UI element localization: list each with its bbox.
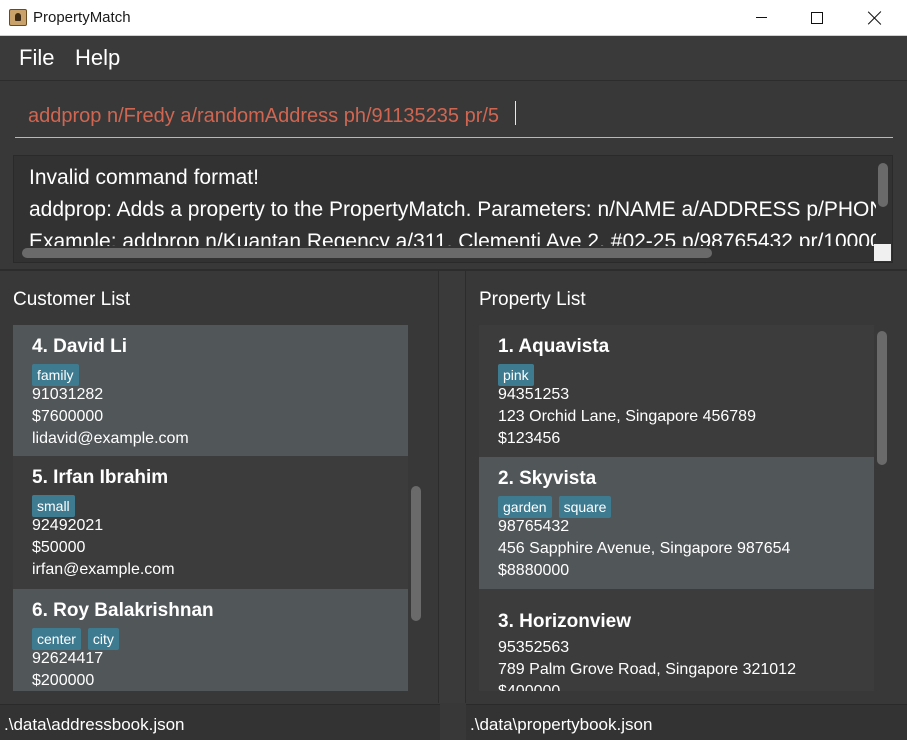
tag-list: pink [498, 364, 534, 386]
customer-card[interactable]: 6. Roy Balakrishnan center city 92624417… [13, 589, 408, 691]
result-horizontal-scroll-thumb[interactable] [22, 248, 712, 258]
tag: square [558, 496, 612, 518]
customer-name: 6. Roy Balakrishnan [32, 600, 214, 621]
tag: family [32, 364, 79, 386]
title-bar: PropertyMatch [0, 0, 907, 36]
property-list: 1. Aquavista pink 94351253 123 Orchid La… [479, 325, 874, 691]
app-window: PropertyMatch File Help Invalid command … [0, 0, 907, 740]
property-price: $400000 [498, 683, 560, 691]
property-name: 3. Horizonview [498, 611, 632, 632]
tag-list: family [32, 364, 79, 386]
close-icon [868, 11, 882, 25]
close-button[interactable] [852, 0, 898, 35]
result-vertical-scroll-thumb[interactable] [878, 163, 888, 207]
menu-bar: File Help [0, 36, 907, 81]
customer-budget: $7600000 [32, 408, 104, 425]
menu-file[interactable]: File [19, 45, 54, 71]
split-pane-divider[interactable] [438, 271, 466, 703]
customer-email: irfan@example.com [32, 561, 175, 578]
app-logo-icon [9, 9, 27, 26]
customer-budget: $200000 [32, 672, 95, 689]
property-card[interactable]: 1. Aquavista pink 94351253 123 Orchid La… [479, 325, 874, 457]
property-phone: 95352563 [498, 639, 570, 656]
address-book-path: .\data\addressbook.json [4, 715, 185, 734]
scroll-corner [874, 244, 891, 261]
customer-email: lidavid@example.com [32, 430, 189, 447]
tag: center [32, 628, 81, 650]
window-title: PropertyMatch [33, 9, 131, 26]
tag: pink [498, 364, 534, 386]
customer-phone: 91031282 [32, 386, 104, 403]
result-line: addprop: Adds a property to the Property… [29, 198, 893, 221]
tag: city [87, 628, 119, 650]
maximize-button[interactable] [794, 0, 840, 35]
customer-budget: $50000 [32, 539, 86, 556]
customer-list: 4. David Li family 91031282 $7600000 lid… [13, 325, 408, 691]
customer-phone: 92624417 [32, 650, 104, 667]
property-name: 1. Aquavista [498, 336, 610, 357]
customer-list-panel: Customer List 4. David Li family 9103128… [0, 271, 438, 703]
minimize-button[interactable] [738, 0, 784, 35]
status-bar-right: .\data\propertybook.json [466, 704, 907, 740]
property-address: 789 Palm Grove Road, Singapore 321012 [498, 661, 796, 678]
property-phone: 98765432 [498, 518, 570, 535]
property-card[interactable]: 3. Horizonview 95352563 789 Palm Grove R… [479, 589, 874, 691]
text-caret [515, 101, 516, 125]
command-input[interactable] [15, 96, 893, 138]
menu-help[interactable]: Help [75, 45, 120, 71]
result-horizontal-scrollbar[interactable] [14, 246, 878, 262]
property-price: $8880000 [498, 562, 570, 579]
customer-list-scrollbar[interactable] [408, 325, 424, 691]
minimize-icon [755, 17, 767, 18]
property-phone: 94351253 [498, 386, 570, 403]
status-gap [440, 704, 466, 740]
tag-list: small [32, 495, 75, 517]
property-name: 2. Skyvista [498, 468, 597, 489]
command-box [0, 82, 907, 148]
result-display: Invalid command format! addprop: Adds a … [13, 155, 893, 263]
property-book-path: .\data\propertybook.json [470, 715, 653, 734]
property-list-scroll-thumb[interactable] [877, 331, 887, 465]
tag: small [32, 495, 75, 517]
tag-list: garden square [498, 496, 612, 518]
customer-card[interactable]: 5. Irfan Ibrahim small 92492021 $50000 i… [13, 456, 408, 589]
property-list-scrollbar[interactable] [874, 325, 890, 691]
status-bar-left: .\data\addressbook.json [0, 704, 440, 740]
customer-list-scroll-thumb[interactable] [411, 486, 421, 621]
tag-list: center city [32, 628, 119, 650]
property-address: 123 Orchid Lane, Singapore 456789 [498, 408, 756, 425]
customer-list-title: Customer List [13, 289, 131, 310]
customer-phone: 92492021 [32, 517, 104, 534]
property-list-panel: Property List 1. Aquavista pink 94351253… [466, 271, 907, 703]
property-card-selected[interactable]: 2. Skyvista garden square 98765432 456 S… [479, 457, 874, 589]
customer-name: 4. David Li [32, 336, 128, 357]
result-line: Invalid command format! [29, 166, 259, 189]
maximize-icon [811, 11, 823, 24]
property-price: $123456 [498, 430, 561, 447]
tag: garden [498, 496, 552, 518]
customer-card[interactable]: 4. David Li family 91031282 $7600000 lid… [13, 325, 408, 456]
property-address: 456 Sapphire Avenue, Singapore 987654 [498, 540, 791, 557]
customer-name: 5. Irfan Ibrahim [32, 467, 169, 488]
result-vertical-scrollbar[interactable] [876, 156, 892, 248]
property-list-title: Property List [479, 289, 586, 310]
